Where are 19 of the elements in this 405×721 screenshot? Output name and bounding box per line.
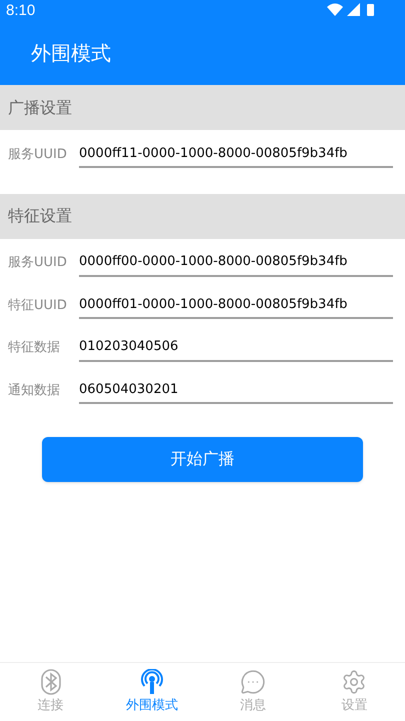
broadcast-icon [138, 668, 165, 695]
page-title: 外围模式 [31, 40, 111, 66]
field-label: 通知数据 [8, 382, 61, 400]
input-field[interactable]: 0000ff11-0000-1000-8000-00805f9b34fb [79, 140, 393, 168]
start-broadcast-button[interactable]: 开始广播 [42, 436, 363, 482]
input-field[interactable]: 0000ff01-0000-1000-8000-00805f9b34fb [79, 291, 393, 320]
field-label: 特征UUID [8, 296, 68, 314]
input-field[interactable]: 0000ff00-0000-1000-8000-00805f9b34fb [79, 248, 393, 277]
field-label: 服务UUID [8, 254, 68, 272]
nav-tab[interactable]: 外围模式 [101, 663, 202, 721]
settings-icon [341, 668, 368, 695]
field-label: 服务UUID [8, 146, 68, 164]
section-title: 特征设置 [8, 205, 72, 227]
chat-bubble-icon [240, 668, 266, 695]
status-time: 8:10 [6, 2, 36, 18]
input-field[interactable]: 010203040506 [79, 334, 393, 362]
input-field[interactable]: 060504030201 [79, 376, 393, 404]
section-title: 广播设置 [8, 96, 72, 118]
field-label: 特征数据 [8, 339, 61, 357]
